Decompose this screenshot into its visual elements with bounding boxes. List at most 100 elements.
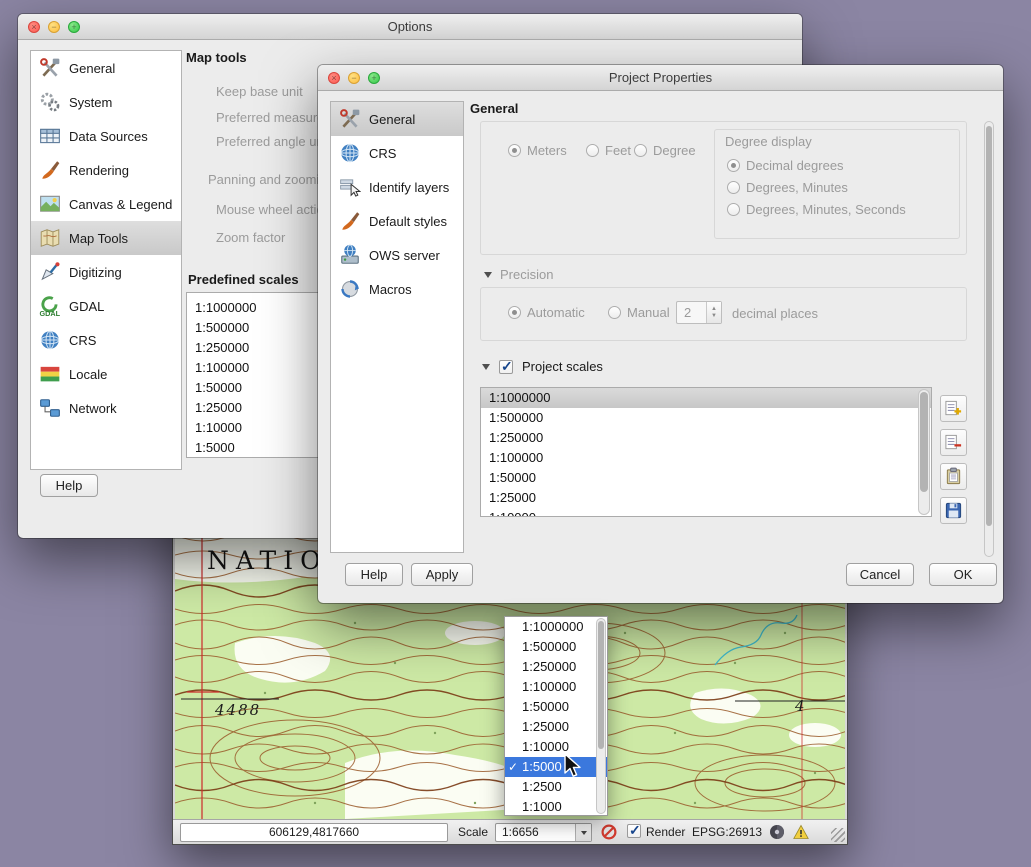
dropdown-item[interactable]: 1:1000000 bbox=[505, 617, 607, 637]
scale-list-item[interactable]: 1:25000 bbox=[481, 488, 931, 508]
precision-manual-radio[interactable]: Manual bbox=[608, 305, 670, 320]
save-scales-button[interactable] bbox=[940, 497, 967, 524]
render-checkbox[interactable] bbox=[627, 824, 641, 838]
collapse-arrow-icon[interactable] bbox=[482, 364, 490, 370]
resize-grip[interactable] bbox=[831, 828, 845, 842]
sidebar-item-label: Data Sources bbox=[69, 129, 148, 144]
scale-list-item[interactable]: 1:50000 bbox=[481, 468, 931, 488]
sidebar-item-canvas-legend[interactable]: Canvas & Legend bbox=[31, 187, 181, 221]
dialog-scrollbar[interactable] bbox=[984, 121, 994, 557]
ok-button[interactable]: OK bbox=[929, 563, 997, 586]
scale-list-item[interactable]: 1:250000 bbox=[481, 428, 931, 448]
sidebar-item-general[interactable]: General bbox=[331, 102, 463, 136]
sidebar-item-crs[interactable]: CRS bbox=[31, 323, 181, 357]
dropdown-item[interactable]: 1:25000 bbox=[505, 717, 607, 737]
sidebar-item-label: Locale bbox=[69, 367, 107, 382]
scale-list-item[interactable]: 1:1000000 bbox=[481, 388, 931, 408]
zoom-window-icon[interactable]: + bbox=[68, 21, 80, 33]
sidebar-item-label: General bbox=[69, 61, 115, 76]
precision-automatic-radio[interactable]: Automatic bbox=[508, 305, 585, 320]
remove-scale-icon bbox=[944, 433, 963, 452]
project-scales-list[interactable]: 1:1000000 1:500000 1:250000 1:100000 1:5… bbox=[480, 387, 932, 517]
close-icon[interactable]: × bbox=[328, 72, 340, 84]
digitizing-icon bbox=[39, 261, 61, 283]
sidebar-item-gdal[interactable]: GDAL GDAL bbox=[31, 289, 181, 323]
crs-status-icon[interactable] bbox=[769, 824, 785, 840]
scale-list-item[interactable]: 1:500000 bbox=[481, 408, 931, 428]
gdal-icon: GDAL bbox=[39, 295, 61, 317]
dropdown-item[interactable]: 1:100000 bbox=[505, 677, 607, 697]
dropdown-item[interactable]: 1:250000 bbox=[505, 657, 607, 677]
project-properties-titlebar[interactable]: × − + Project Properties bbox=[318, 65, 1003, 91]
zoom-factor-label: Zoom factor bbox=[216, 230, 285, 245]
preferred-angle-label: Preferred angle un bbox=[216, 134, 324, 149]
add-scale-button[interactable] bbox=[940, 395, 967, 422]
help-button[interactable]: Help bbox=[40, 474, 98, 497]
sidebar-item-crs[interactable]: CRS bbox=[331, 136, 463, 170]
scale-label: Scale bbox=[458, 825, 488, 839]
units-degree-radio[interactable]: Degree bbox=[634, 143, 696, 158]
remove-scale-button[interactable] bbox=[940, 429, 967, 456]
sidebar-item-label: Canvas & Legend bbox=[69, 197, 172, 212]
decimal-places-label: decimal places bbox=[732, 306, 818, 321]
message-log-warning-icon[interactable] bbox=[793, 824, 809, 840]
spinner-arrows-icon[interactable]: ▲▼ bbox=[706, 302, 721, 323]
units-meters-radio[interactable]: Meters bbox=[508, 143, 567, 158]
dropdown-item[interactable]: 1:50000 bbox=[505, 697, 607, 717]
sidebar-item-locale[interactable]: Locale bbox=[31, 357, 181, 391]
sidebar-item-digitizing[interactable]: Digitizing bbox=[31, 255, 181, 289]
project-scales-header: Project scales bbox=[482, 359, 603, 374]
wrench-hammer-icon bbox=[339, 108, 361, 130]
radio-label: Degrees, Minutes, Seconds bbox=[746, 202, 906, 217]
close-icon[interactable]: × bbox=[28, 21, 40, 33]
dropdown-item[interactable]: 1:1000 bbox=[505, 797, 607, 816]
scale-list-item[interactable]: 1:10000 bbox=[481, 508, 931, 517]
minimize-icon[interactable]: − bbox=[348, 72, 360, 84]
dropdown-item[interactable]: 1:500000 bbox=[505, 637, 607, 657]
dropdown-item-label: 1:5000 bbox=[522, 759, 562, 774]
scale-combobox[interactable]: 1:6656 bbox=[495, 823, 592, 842]
sidebar-item-network[interactable]: Network bbox=[31, 391, 181, 425]
cancel-button[interactable]: Cancel bbox=[846, 563, 914, 586]
sidebar-item-system[interactable]: System bbox=[31, 85, 181, 119]
precision-header[interactable]: Precision bbox=[484, 267, 553, 282]
identify-cursor-icon bbox=[339, 176, 361, 198]
popup-scrollbar[interactable] bbox=[596, 618, 606, 814]
import-scales-button[interactable] bbox=[940, 463, 967, 490]
coordinate-display[interactable]: 606129,4817660 bbox=[180, 823, 448, 842]
sidebar-item-identify-layers[interactable]: Identify layers bbox=[331, 170, 463, 204]
units-feet-radio[interactable]: Feet bbox=[586, 143, 631, 158]
stop-render-icon[interactable] bbox=[601, 824, 617, 840]
sidebar-item-label: Map Tools bbox=[69, 231, 128, 246]
project-scales-checkbox[interactable] bbox=[499, 360, 513, 374]
dropdown-item[interactable]: 1:10000 bbox=[505, 737, 607, 757]
minimize-icon[interactable]: − bbox=[48, 21, 60, 33]
sidebar-item-rendering[interactable]: Rendering bbox=[31, 153, 181, 187]
sidebar-item-data-sources[interactable]: Data Sources bbox=[31, 119, 181, 153]
sidebar-item-ows-server[interactable]: OWS server bbox=[331, 238, 463, 272]
spinner-value: 2 bbox=[677, 302, 706, 323]
apply-button[interactable]: Apply bbox=[411, 563, 473, 586]
dropdown-item-selected[interactable]: ✓ 1:5000 bbox=[505, 757, 607, 777]
zoom-window-icon[interactable]: + bbox=[368, 72, 380, 84]
help-button[interactable]: Help bbox=[345, 563, 403, 586]
collapse-arrow-icon[interactable] bbox=[484, 272, 492, 278]
chevron-down-icon[interactable] bbox=[575, 824, 591, 841]
sidebar-item-map-tools[interactable]: Map Tools bbox=[31, 221, 181, 255]
checkmark-icon: ✓ bbox=[508, 757, 518, 777]
general-section-title: General bbox=[470, 101, 518, 116]
macros-icon bbox=[339, 278, 361, 300]
sidebar-item-macros[interactable]: Macros bbox=[331, 272, 463, 306]
window-title: Project Properties bbox=[609, 70, 712, 85]
sidebar-item-default-styles[interactable]: Default styles bbox=[331, 204, 463, 238]
scale-list-item[interactable]: 1:100000 bbox=[481, 448, 931, 468]
list-scrollbar[interactable] bbox=[918, 389, 930, 515]
map-label-elevation-right: 4 bbox=[794, 697, 805, 715]
radio-label: Decimal degrees bbox=[746, 158, 844, 173]
keep-base-unit-label: Keep base unit bbox=[216, 84, 303, 99]
options-titlebar[interactable]: × − + Options bbox=[18, 14, 802, 40]
sidebar-item-general[interactable]: General bbox=[31, 51, 181, 85]
decimal-places-spinner[interactable]: 2 ▲▼ bbox=[676, 301, 722, 324]
dropdown-item[interactable]: 1:2500 bbox=[505, 777, 607, 797]
sidebar-item-label: System bbox=[69, 95, 112, 110]
